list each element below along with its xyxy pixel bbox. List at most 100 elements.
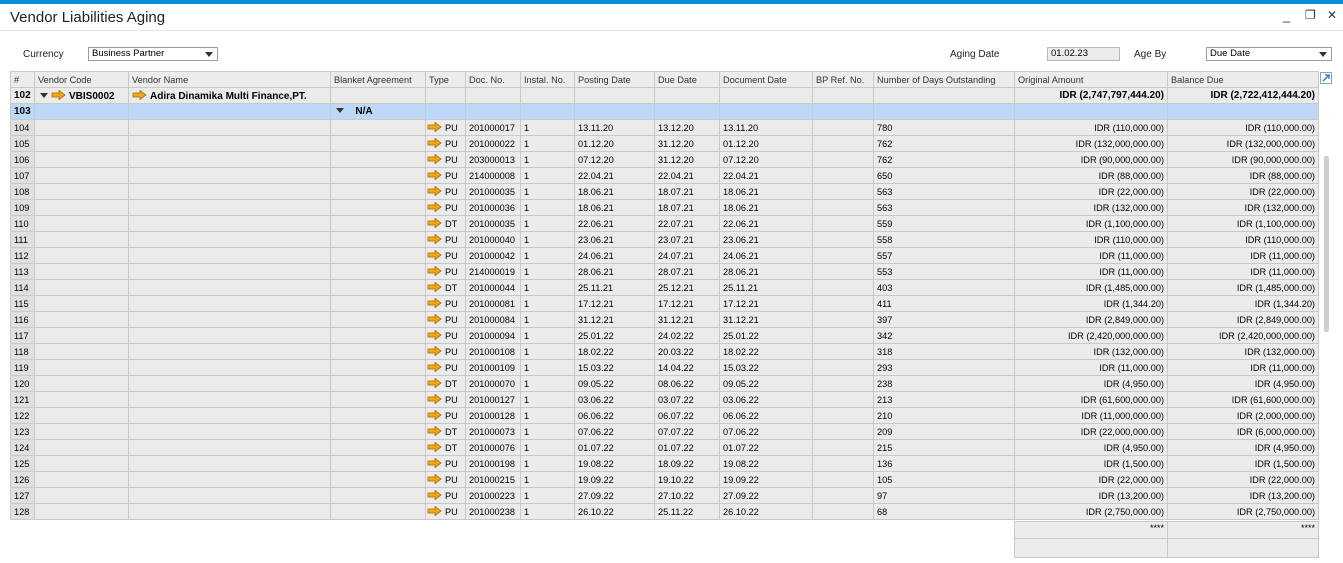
link-arrow-icon[interactable]	[427, 506, 442, 516]
type-cell[interactable]: PU	[425, 487, 466, 504]
minimize-icon[interactable]: _	[1283, 8, 1290, 23]
type-cell[interactable]: PU	[425, 471, 466, 488]
col-header-due-date[interactable]: Due Date	[654, 71, 720, 88]
table-row[interactable]: 105 PU 201000022 1 01.12.20 31.12.20 01.12.20 7…	[10, 135, 1319, 152]
vendor-code-cell[interactable]: VBIS0002	[34, 87, 129, 104]
type-cell[interactable]: PU	[425, 119, 466, 136]
link-arrow-icon[interactable]	[427, 218, 442, 228]
link-arrow-icon[interactable]	[427, 442, 442, 452]
link-arrow-icon[interactable]	[427, 250, 442, 260]
table-row[interactable]: 109 PU 201000036 1 18.06.21 18.07.21 18.06.21 5…	[10, 199, 1319, 216]
table-row[interactable]: 113 PU 214000019 1 28.06.21 28.07.21 28.06.21 5…	[10, 263, 1319, 280]
table-row[interactable]: 110 DT 201000035 1 22.06.21 22.07.21 22.06.21 5…	[10, 215, 1319, 232]
type-cell[interactable]: PU	[425, 231, 466, 248]
col-header-original-amount[interactable]: Original Amount	[1014, 71, 1168, 88]
link-arrow-icon[interactable]	[427, 490, 442, 500]
table-row[interactable]: 104 PU 201000017 1 13.11.20 13.12.20 13.11.20 7…	[10, 119, 1319, 136]
blanket-agreement-cell[interactable]: N/A	[330, 103, 426, 120]
table-row[interactable]: 115 PU 201000081 1 17.12.21 17.12.21 17.12.21 4…	[10, 295, 1319, 312]
link-arrow-icon[interactable]	[427, 330, 442, 340]
age-by-select[interactable]: Due Date	[1206, 47, 1332, 61]
type-cell[interactable]: PU	[425, 343, 466, 360]
blanket-group-row[interactable]: 103 N/A	[10, 103, 1319, 120]
type-cell[interactable]: PU	[425, 183, 466, 200]
type-cell[interactable]: DT	[425, 423, 466, 440]
table-row[interactable]: 106 PU 203000013 1 07.12.20 31.12.20 07.12.20 7…	[10, 151, 1319, 168]
link-arrow-icon[interactable]	[427, 362, 442, 372]
col-header-type[interactable]: Type	[425, 71, 466, 88]
type-cell[interactable]: PU	[425, 359, 466, 376]
vendor-name-cell[interactable]: Adira Dinamika Multi Finance,PT.	[128, 87, 331, 104]
table-row[interactable]: 122 PU 201000128 1 06.06.22 06.07.22 06.06.22 2…	[10, 407, 1319, 424]
type-cell[interactable]: PU	[425, 199, 466, 216]
link-arrow-icon[interactable]	[427, 298, 442, 308]
link-arrow-icon[interactable]	[427, 122, 442, 132]
type-cell[interactable]: PU	[425, 407, 466, 424]
type-cell[interactable]: PU	[425, 167, 466, 184]
col-header-doc-no[interactable]: Doc. No.	[465, 71, 521, 88]
col-header-vendor-code[interactable]: Vendor Code	[34, 71, 129, 88]
link-arrow-icon[interactable]	[427, 282, 442, 292]
table-row[interactable]: 119 PU 201000109 1 15.03.22 14.04.22 15.03.22 2…	[10, 359, 1319, 376]
type-cell[interactable]: DT	[425, 215, 466, 232]
table-row[interactable]: 116 PU 201000084 1 31.12.21 31.12.21 31.12.21 3…	[10, 311, 1319, 328]
vertical-scrollbar[interactable]	[1324, 156, 1329, 332]
type-cell[interactable]: PU	[425, 151, 466, 168]
table-row[interactable]: 124 DT 201000076 1 01.07.22 01.07.22 01.07.22 2…	[10, 439, 1319, 456]
link-arrow-icon[interactable]	[427, 410, 442, 420]
table-row[interactable]: 125 PU 201000198 1 19.08.22 18.09.22 19.08.22 1…	[10, 455, 1319, 472]
col-header-row-number[interactable]: #	[10, 71, 35, 88]
type-cell[interactable]: PU	[425, 327, 466, 344]
link-arrow-icon[interactable]	[427, 202, 442, 212]
link-arrow-icon[interactable]	[132, 89, 147, 100]
type-cell[interactable]: PU	[425, 391, 466, 408]
table-row[interactable]: 126 PU 201000215 1 19.09.22 19.10.22 19.09.22 1…	[10, 471, 1319, 488]
link-arrow-icon[interactable]	[427, 170, 442, 180]
table-row[interactable]: 111 PU 201000040 1 23.06.21 23.07.21 23.06.21 5…	[10, 231, 1319, 248]
table-row[interactable]: 121 PU 201000127 1 03.06.22 03.07.22 03.06.22 2…	[10, 391, 1319, 408]
link-arrow-icon[interactable]	[427, 266, 442, 276]
type-cell[interactable]: PU	[425, 263, 466, 280]
link-arrow-icon[interactable]	[427, 186, 442, 196]
type-cell[interactable]: PU	[425, 135, 466, 152]
table-row[interactable]: 107 PU 214000008 1 22.04.21 22.04.21 22.04.21 6…	[10, 167, 1319, 184]
type-cell[interactable]: DT	[425, 279, 466, 296]
link-arrow-icon[interactable]	[427, 314, 442, 324]
type-cell[interactable]: PU	[425, 503, 466, 520]
link-arrow-icon[interactable]	[427, 474, 442, 484]
collapse-icon[interactable]	[336, 108, 344, 114]
col-header-instal-no[interactable]: Instal. No.	[520, 71, 575, 88]
table-row[interactable]: 128 PU 201000238 1 26.10.22 25.11.22 26.10.22 6…	[10, 503, 1319, 520]
table-row[interactable]: 108 PU 201000035 1 18.06.21 18.07.21 18.06.21 5…	[10, 183, 1319, 200]
table-row[interactable]: 123 DT 201000073 1 07.06.22 07.07.22 07.06.22 2…	[10, 423, 1319, 440]
table-row[interactable]: 127 PU 201000223 1 27.09.22 27.10.22 27.09.22 9…	[10, 487, 1319, 504]
expand-icon[interactable]	[1320, 72, 1332, 84]
link-arrow-icon[interactable]	[427, 154, 442, 164]
type-cell[interactable]: DT	[425, 439, 466, 456]
col-header-posting-date[interactable]: Posting Date	[574, 71, 655, 88]
vendor-group-row[interactable]: 102 VBIS0002 Adira Dinamika Multi Financ…	[10, 87, 1319, 104]
col-header-blanket-agreement[interactable]: Blanket Agreement	[330, 71, 426, 88]
table-row[interactable]: 117 PU 201000094 1 25.01.22 24.02.22 25.01.22 3…	[10, 327, 1319, 344]
aging-date-field[interactable]: 01.02.23	[1047, 47, 1120, 61]
col-header-bp-ref-no[interactable]: BP Ref. No.	[812, 71, 874, 88]
link-arrow-icon[interactable]	[427, 394, 442, 404]
col-header-vendor-name[interactable]: Vendor Name	[128, 71, 331, 88]
type-cell[interactable]: PU	[425, 311, 466, 328]
col-header-days-outstanding[interactable]: Number of Days Outstanding	[873, 71, 1015, 88]
collapse-icon[interactable]	[40, 92, 48, 98]
table-row[interactable]: 114 DT 201000044 1 25.11.21 25.12.21 25.11.21 4…	[10, 279, 1319, 296]
type-cell[interactable]: PU	[425, 455, 466, 472]
close-icon[interactable]: ✕	[1327, 8, 1337, 22]
col-header-balance-due[interactable]: Balance Due	[1167, 71, 1319, 88]
currency-select[interactable]: Business Partner	[88, 47, 218, 61]
link-arrow-icon[interactable]	[427, 426, 442, 436]
link-arrow-icon[interactable]	[427, 346, 442, 356]
type-cell[interactable]: PU	[425, 295, 466, 312]
link-arrow-icon[interactable]	[427, 458, 442, 468]
link-arrow-icon[interactable]	[427, 138, 442, 148]
type-cell[interactable]: PU	[425, 247, 466, 264]
link-arrow-icon[interactable]	[51, 89, 66, 100]
table-row[interactable]: 118 PU 201000108 1 18.02.22 20.03.22 18.02.22 3…	[10, 343, 1319, 360]
restore-icon[interactable]: ❐	[1305, 8, 1316, 22]
